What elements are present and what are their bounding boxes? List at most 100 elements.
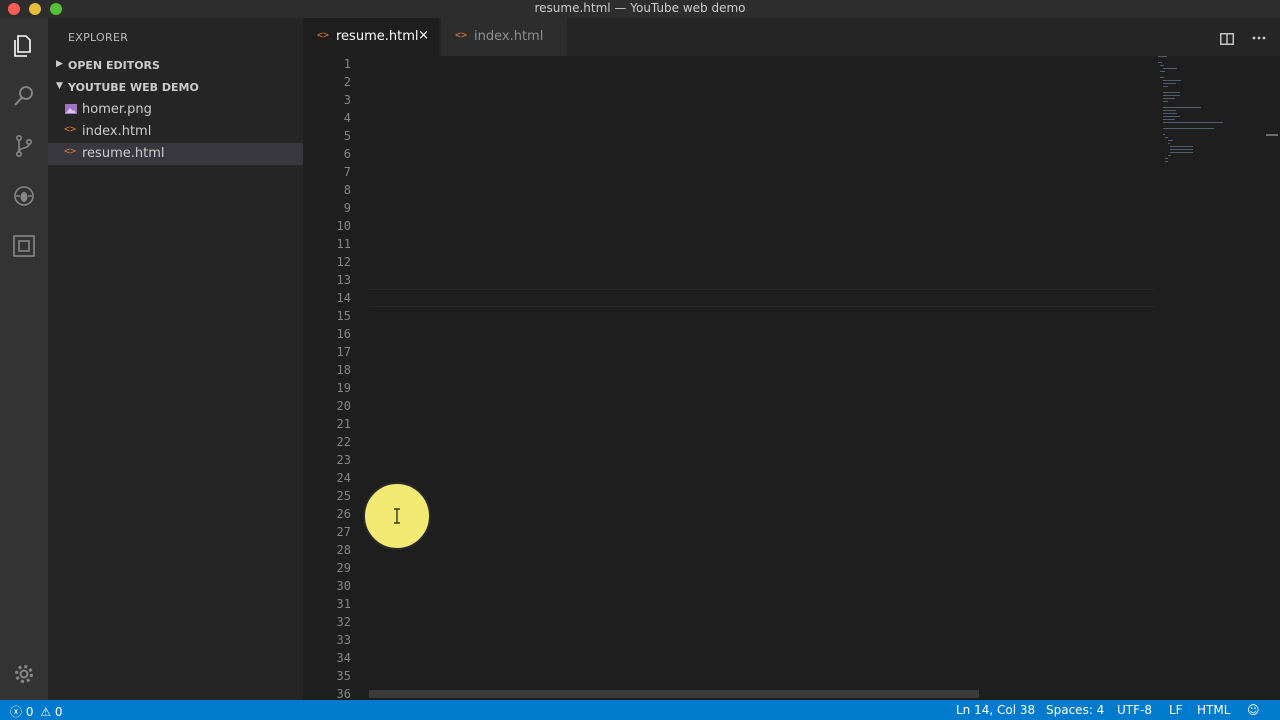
line-number: 25 [336,489,351,503]
line-number: 27 [336,525,351,539]
minimap-line [1162,134,1166,135]
minimap-line [1160,77,1164,78]
line-number: 1 [343,57,351,71]
settings-gear-icon[interactable] [12,662,36,686]
editor-tab-bar: <> resume.html × <> index.html [303,18,1280,56]
minimap-line [1167,140,1173,141]
text-cursor-icon [394,508,400,524]
vertical-scrollbar[interactable] [1264,56,1280,700]
minimap[interactable] [1154,56,1264,700]
minimap-line [1162,128,1214,129]
line-number: 16 [336,327,351,341]
line-ending[interactable]: LF [1169,703,1183,717]
line-number: 19 [336,381,351,395]
line-number: 23 [336,453,351,467]
html-file-icon: <> [455,30,468,41]
minimap-line [1162,68,1178,69]
html-file-icon: <> [317,30,330,41]
line-number: 32 [336,615,351,629]
line-number: 13 [336,273,351,287]
line-number: 28 [336,543,351,557]
debug-icon[interactable] [12,184,36,208]
minimap-line [1162,92,1180,93]
line-number: 31 [336,597,351,611]
minimap-line [1162,110,1176,111]
indentation[interactable]: Spaces: 4 [1046,703,1104,717]
search-icon[interactable] [12,84,36,108]
smiley-icon[interactable]: ☺ [1247,703,1260,717]
status-bar: ⓧ 0 ⚠ 0 Ln 14, Col 38 Spaces: 4 UTF-8 LF… [0,700,1280,720]
scrollbar-thumb[interactable] [1266,134,1278,136]
warning-icon: ⚠ [40,705,52,719]
minimap-line [1170,152,1194,153]
line-number: 17 [336,345,351,359]
line-number: 3 [343,93,351,107]
line-number: 10 [336,219,351,233]
line-number: 7 [343,165,351,179]
horizontal-scrollbar[interactable] [369,690,979,698]
window-title: resume.html — YouTube web demo [534,1,746,15]
minimap-line [1158,62,1162,63]
line-number: 9 [343,201,351,215]
minimap-line [1162,80,1182,81]
line-number: 6 [343,147,351,161]
minimap-line [1160,65,1164,66]
minimap-line [1158,56,1167,57]
title-bar: resume.html — YouTube web demo [0,0,1280,19]
minimap-line [1162,119,1175,120]
tab-index-html[interactable]: <> index.html [441,18,567,56]
more-actions-icon[interactable] [1252,28,1266,44]
html-file-icon: <> [64,124,77,135]
html-file-icon: <> [64,146,77,157]
code-editor[interactable]: 1 2 3 4 5 6 7 8 9 10 11 12 13 14 15 16 17 18 19 20 21 22 23 24 2… [303,56,1280,700]
line-number: 36 [336,687,351,700]
image-file-icon [64,102,78,116]
line-number: 4 [343,111,351,125]
source-control-icon[interactable] [12,134,36,158]
minimap-line [1170,146,1193,147]
explorer-icon[interactable] [12,34,36,58]
line-number: 26 [336,507,351,521]
minimap-line [1162,122,1224,123]
file-item-homer-png[interactable]: homer.png [48,99,303,121]
error-icon: ⓧ [10,705,23,719]
workspace-section[interactable]: ▼ YOUTUBE WEB DEMO [48,77,303,99]
line-number: 12 [336,255,351,269]
extensions-icon[interactable] [12,234,36,258]
minimap-line [1165,158,1169,159]
line-number: 34 [336,651,351,665]
line-number: 22 [336,435,351,449]
minimap-line [1162,113,1177,114]
chevron-down-icon: ▼ [56,81,63,91]
encoding[interactable]: UTF-8 [1117,703,1152,717]
open-editors-section[interactable]: ▶ OPEN EDITORS [48,55,303,77]
minimap-line [1162,95,1181,96]
line-number: 11 [336,237,351,251]
split-editor-icon[interactable] [1220,30,1234,45]
minimap-line [1162,83,1176,84]
problems-indicator[interactable]: ⓧ 0 ⚠ 0 [10,703,63,720]
minimap-line [1162,107,1201,108]
minimap-line [1162,98,1176,99]
minimap-line [1162,86,1168,87]
minimap-line [1160,71,1165,72]
line-number: 5 [343,129,351,143]
chevron-right-icon: ▶ [56,59,63,69]
minimap-line [1170,149,1194,150]
line-number: 14 [336,291,351,305]
line-number: 33 [336,633,351,647]
close-icon[interactable]: × [418,28,429,43]
language-mode[interactable]: HTML [1197,703,1230,717]
minimap-line [1165,137,1168,138]
line-number: 15 [336,309,351,323]
line-number: 2 [343,75,351,89]
explorer-sidebar: EXPLORER ▶ OPEN EDITORS ▼ YOUTUBE WEB DE… [48,18,303,700]
file-item-index-html[interactable]: <> index.html [48,121,303,143]
tab-resume-html[interactable]: <> resume.html × [303,18,439,56]
file-item-resume-html[interactable]: <> resume.html [48,143,303,165]
sidebar-title: EXPLORER [68,31,129,44]
minimap-line [1162,101,1168,102]
cursor-position[interactable]: Ln 14, Col 38 [956,703,1035,717]
minimap-line [1167,143,1170,144]
activity-bar [0,18,48,700]
